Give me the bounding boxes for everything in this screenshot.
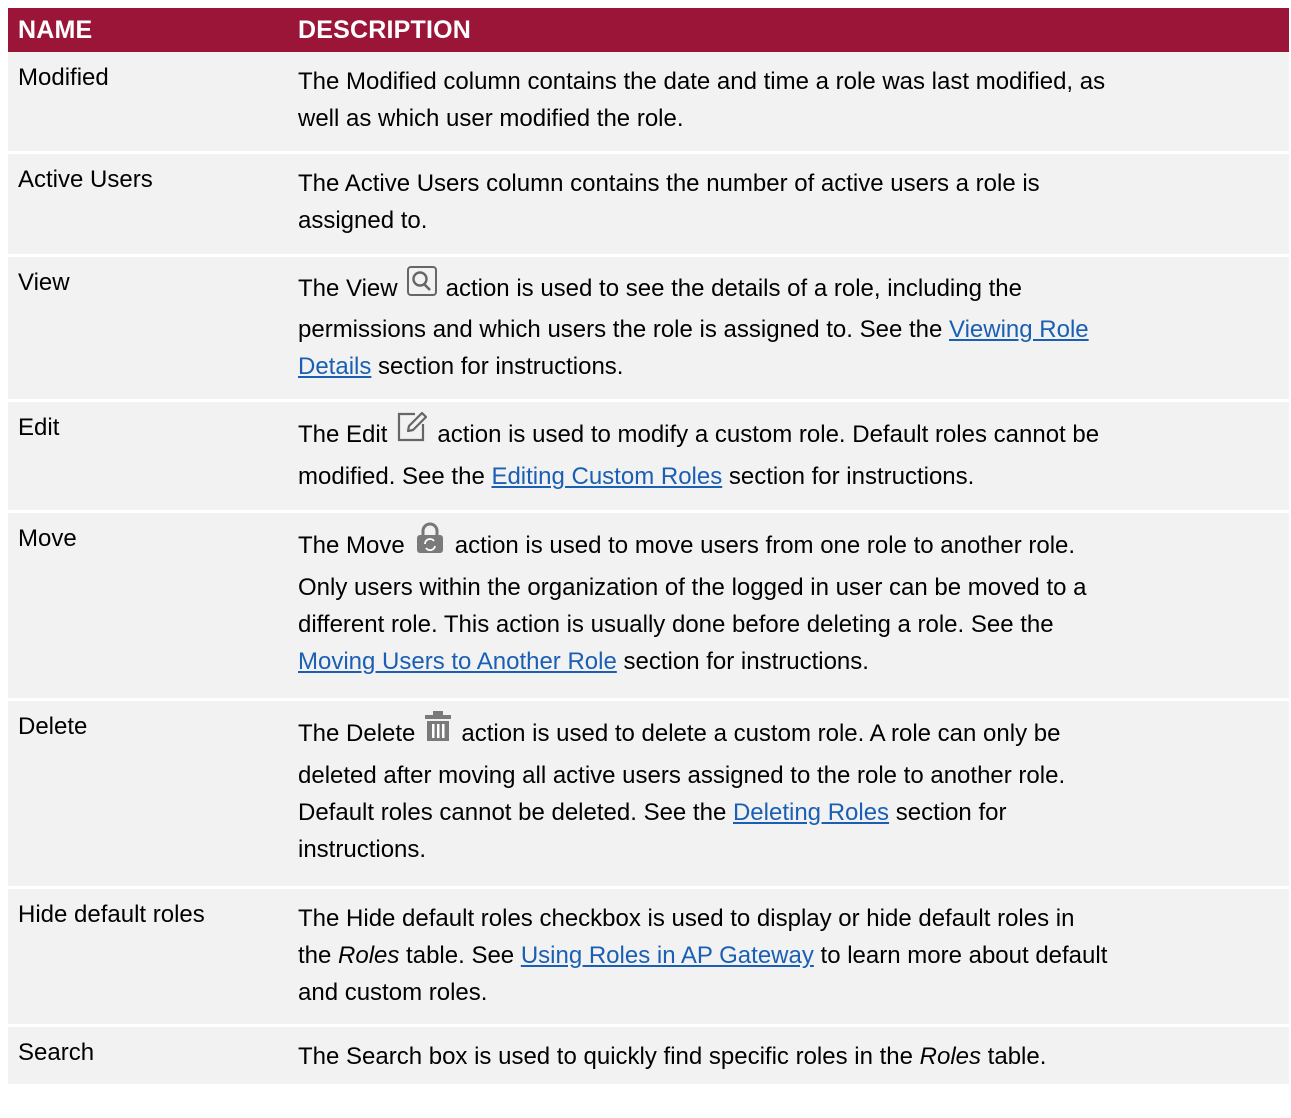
header-description: DESCRIPTION — [298, 15, 472, 44]
moving-users-link[interactable]: Moving Users to Another Role — [298, 648, 617, 675]
row-description: The Edit action is used to modify a cust… — [290, 402, 1289, 510]
row-name: Active Users — [18, 166, 153, 193]
viewing-role-details-link[interactable]: Viewing Role — [949, 316, 1089, 343]
table-row: Modified The Modified column contains th… — [8, 52, 1289, 154]
table-row: Active Users The Active Users column con… — [8, 154, 1289, 257]
row-name: Modified — [18, 64, 109, 91]
table-row: Hide default roles The Hide default role… — [8, 889, 1289, 1027]
table-row: Delete The Delete action is used to dele… — [8, 701, 1289, 889]
row-description: The Hide default roles checkbox is used … — [298, 905, 1108, 1006]
row-description: The Active Users column contains the num… — [298, 170, 1040, 234]
editing-custom-roles-link[interactable]: Editing Custom Roles — [491, 463, 722, 490]
header-name: NAME — [18, 15, 93, 44]
row-name: Edit — [18, 414, 60, 441]
row-description: The Modified column contains the date an… — [298, 68, 1106, 132]
row-name: Search — [18, 1039, 95, 1066]
row-name: View — [18, 269, 70, 296]
view-magnifier-icon — [406, 265, 438, 308]
using-roles-link[interactable]: Using Roles in AP Gateway — [521, 942, 814, 969]
row-description: The Move action is used to move users fr… — [290, 513, 1289, 698]
table-header: NAME DESCRIPTION — [8, 8, 1289, 52]
table-row: Edit The Edit action is used to modify a… — [8, 402, 1289, 513]
roles-description-table: NAME DESCRIPTION Modified The Modified c… — [8, 8, 1289, 1087]
table-row: Search The Search box is used to quickly… — [8, 1027, 1289, 1087]
table-row: View The View action is used to see the … — [8, 257, 1289, 402]
row-description: The View action is used to see the detai… — [290, 257, 1289, 399]
row-description: The Search box is used to quickly find s… — [298, 1043, 1047, 1070]
row-name: Hide default roles — [18, 901, 205, 928]
viewing-role-details-link-continued[interactable]: Details — [298, 353, 371, 380]
table-row: Move The Move action is used to move use… — [8, 513, 1289, 701]
row-description: The Delete action is used to delete a cu… — [290, 701, 1289, 886]
row-name: Move — [18, 525, 77, 552]
delete-trash-icon — [423, 709, 453, 754]
row-name: Delete — [18, 713, 88, 740]
deleting-roles-link[interactable]: Deleting Roles — [733, 799, 889, 826]
edit-pencil-icon — [395, 410, 429, 455]
move-lock-icon — [413, 521, 447, 566]
